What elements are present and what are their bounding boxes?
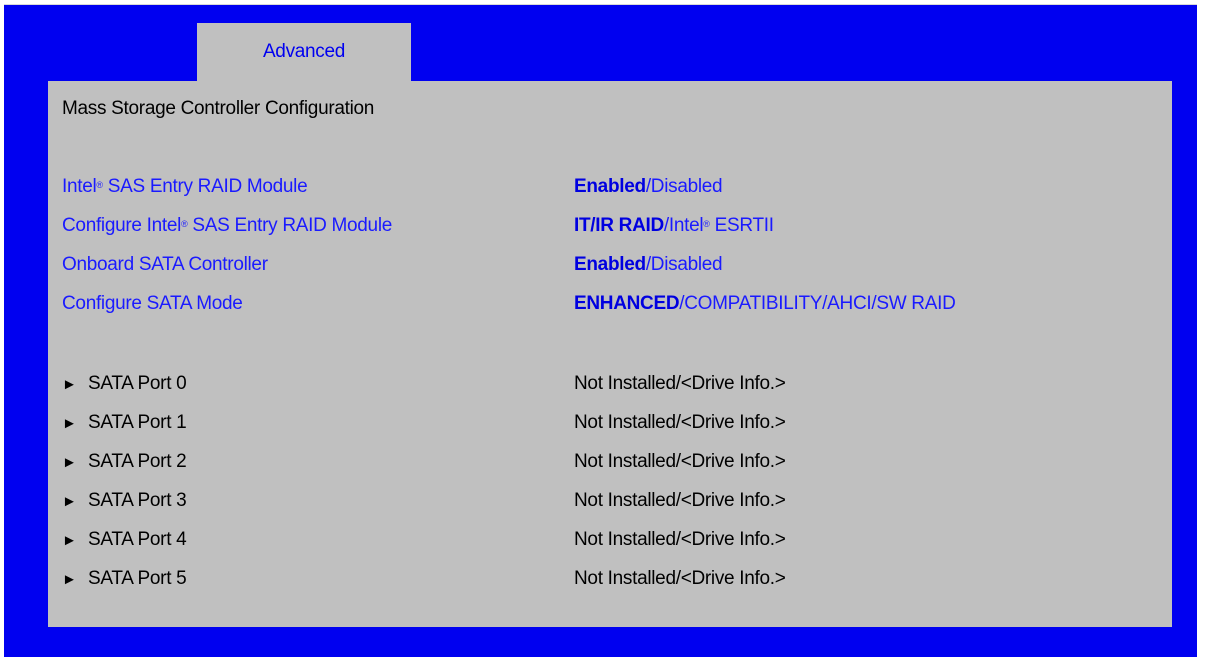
arrow-right-icon: ► (62, 532, 77, 549)
sata-port-0-status: Not Installed/<Drive Info.> (574, 373, 786, 394)
setting-configure-sas-raid-module-value[interactable]: IT/IR RAID/Intel® ESRTII (574, 213, 774, 239)
submenu-sata-port-5[interactable]: ► SATA Port 5 (62, 566, 187, 592)
arrow-right-icon: ► (62, 493, 77, 510)
arrow-right-icon: ► (62, 571, 77, 588)
sata-port-3-status: Not Installed/<Drive Info.> (574, 490, 786, 511)
tab-advanced[interactable]: Advanced (197, 23, 411, 81)
setting-onboard-sata-controller[interactable]: Onboard SATA Controller (62, 252, 268, 278)
settings-panel: Mass Storage Controller Configuration In… (48, 81, 1172, 627)
sata-port-2-status: Not Installed/<Drive Info.> (574, 451, 786, 472)
arrow-right-icon: ► (62, 415, 77, 432)
sata-port-5-status: Not Installed/<Drive Info.> (574, 568, 786, 589)
setting-sas-raid-module-value[interactable]: Enabled/Disabled (574, 174, 723, 200)
submenu-sata-port-2[interactable]: ► SATA Port 2 (62, 449, 187, 475)
setting-configure-sas-raid-module[interactable]: Configure Intel® SAS Entry RAID Module (62, 213, 392, 239)
submenu-sata-port-0[interactable]: ► SATA Port 0 (62, 371, 187, 397)
setting-configure-sata-mode-value[interactable]: ENHANCED/COMPATIBILITY/AHCI/SW RAID (574, 291, 956, 317)
submenu-sata-port-3[interactable]: ► SATA Port 3 (62, 488, 187, 514)
sata-port-4-status: Not Installed/<Drive Info.> (574, 529, 786, 550)
arrow-right-icon: ► (62, 454, 77, 471)
tab-advanced-label: Advanced (262, 41, 346, 62)
sata-port-1-status: Not Installed/<Drive Info.> (574, 412, 786, 433)
setting-configure-sata-mode[interactable]: Configure SATA Mode (62, 291, 243, 317)
page-title: Mass Storage Controller Configuration (62, 98, 375, 119)
bios-screen: Advanced Mass Storage Controller Configu… (4, 4, 1197, 657)
setting-sas-raid-module[interactable]: Intel® SAS Entry RAID Module (62, 174, 308, 200)
arrow-right-icon: ► (62, 376, 77, 393)
setting-onboard-sata-controller-value[interactable]: Enabled/Disabled (574, 252, 723, 278)
submenu-sata-port-1[interactable]: ► SATA Port 1 (62, 410, 187, 436)
submenu-sata-port-4[interactable]: ► SATA Port 4 (62, 527, 187, 553)
